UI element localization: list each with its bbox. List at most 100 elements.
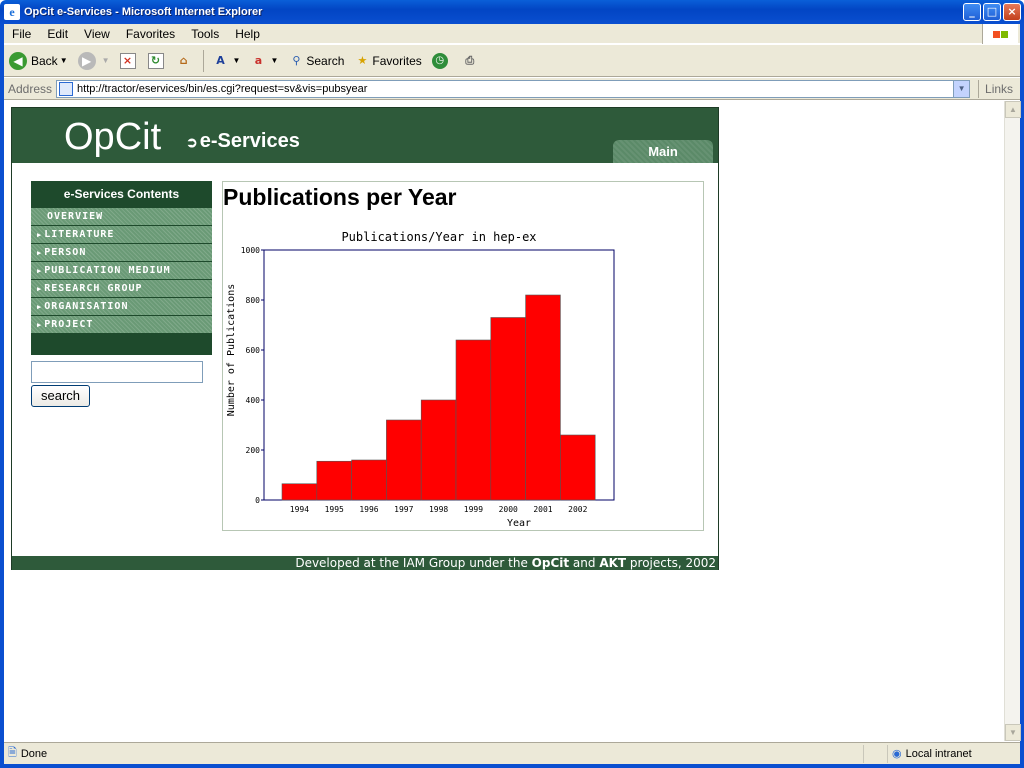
nav-research-group[interactable]: ▶ Research Group (31, 280, 212, 298)
stop-icon: × (119, 52, 136, 69)
browser-viewport: OpCit ➲ e-Services Main e-Services Conten… (4, 101, 1004, 741)
x-axis-label: Year (507, 518, 531, 529)
status-empty-cell (864, 744, 888, 763)
search-input[interactable] (31, 361, 203, 383)
status-text: Done (20, 747, 48, 760)
menu-edit[interactable]: Edit (39, 27, 76, 41)
x-tick-label: 1994 (290, 505, 309, 514)
font-size-icon: A (216, 54, 225, 67)
y-axis-label: Number of Publications (226, 284, 237, 416)
chart-title: Publications/Year in hep-ex (341, 230, 536, 244)
footer-mid: and (569, 556, 600, 570)
x-tick-label: 1998 (429, 505, 448, 514)
encoding-dropdown-icon: ▼ (270, 56, 279, 65)
encoding-button[interactable]: a ▼ (245, 48, 283, 74)
page-icon (59, 81, 74, 96)
nav-project[interactable]: ▶ Project (31, 316, 212, 334)
x-tick-label: 2001 (533, 505, 552, 514)
search-button[interactable]: search (31, 385, 90, 407)
address-bar: Address http://tractor/eservices/bin/es.… (4, 78, 1020, 100)
triangle-icon: ▶ (37, 321, 43, 329)
minimize-button[interactable]: _ (963, 3, 981, 21)
scroll-down-icon[interactable]: ▼ (1005, 724, 1021, 741)
intranet-globe-icon: ◉ (892, 748, 902, 760)
history-button[interactable]: ◷ (427, 48, 457, 74)
site-logo[interactable]: OpCit (64, 116, 161, 159)
menu-bar: File Edit View Favorites Tools Help (4, 24, 1020, 44)
forward-arrow-icon: ▶ (77, 51, 96, 70)
home-button[interactable]: ⌂ (171, 48, 199, 74)
nav-publication-medium-label: Publication Medium (44, 265, 171, 276)
nav-overview[interactable]: Overview (31, 208, 212, 226)
nav-overview-label: Overview (47, 211, 104, 222)
font-size-button[interactable]: A ▼ (208, 48, 246, 74)
bar-2001 (525, 294, 561, 501)
back-button[interactable]: ◀ Back ▼ (4, 48, 73, 74)
window-title-bar[interactable]: e OpCit e-Services - Microsoft Internet … (0, 0, 1024, 24)
zone-cell: ◉ Local intranet (888, 745, 1020, 763)
triangle-icon: ▶ (37, 267, 43, 275)
nav-literature-label: Literature (44, 229, 115, 240)
back-dropdown-icon[interactable]: ▼ (60, 56, 68, 65)
footer-akt-link[interactable]: AKT (599, 556, 626, 570)
address-input[interactable]: http://tractor/eservices/bin/es.cgi?requ… (56, 79, 971, 98)
footer-prefix: Developed at the IAM Group under the (295, 556, 532, 570)
refresh-button[interactable]: ↻ (143, 48, 171, 74)
back-label: Back (31, 53, 58, 68)
vertical-scrollbar[interactable]: ▲ ▼ (1004, 101, 1021, 741)
address-label: Address (8, 81, 53, 96)
close-button[interactable]: × (1003, 3, 1021, 21)
site-header: OpCit ➲ e-Services Main (12, 108, 718, 163)
favorites-toolbar-button[interactable]: ★ Favorites (349, 48, 426, 74)
site-subtitle-text: e-Services (199, 130, 300, 152)
search-toolbar-button[interactable]: ⚲ Search (283, 48, 349, 74)
bar-1997 (386, 419, 422, 501)
site-subtitle: ➲ e-Services (186, 130, 300, 153)
bar-2002 (560, 434, 596, 501)
y-tick-label: 0 (255, 496, 260, 505)
print-button[interactable]: ⎙ (457, 48, 485, 74)
triangle-icon: ▶ (37, 249, 43, 257)
bar-1999 (455, 339, 492, 501)
links-button[interactable]: Links (978, 79, 1013, 98)
menu-favorites[interactable]: Favorites (118, 27, 183, 41)
tab-main[interactable]: Main (613, 140, 713, 163)
forward-dropdown-icon[interactable]: ▼ (102, 56, 110, 65)
font-size-dropdown-icon: ▼ (232, 56, 241, 65)
bar-1996 (351, 459, 387, 501)
window-frame-bottom (0, 764, 1024, 768)
arrow-icon: ➲ (186, 134, 198, 150)
y-tick-label: 600 (246, 346, 261, 355)
page-title: Publications per Year (223, 184, 457, 210)
x-tick-label: 1996 (359, 505, 378, 514)
stop-button[interactable]: × (115, 48, 143, 74)
menu-view[interactable]: View (76, 27, 118, 41)
forward-button[interactable]: ▶ ▼ (73, 48, 115, 74)
status-bar: 🗎 Done ◉ Local intranet (4, 742, 1020, 764)
bar-2000 (490, 317, 526, 501)
search-toolbar-label: Search (306, 53, 345, 68)
refresh-icon: ↻ (147, 52, 164, 69)
maximize-button[interactable]: □ (983, 3, 1001, 21)
history-icon: ◷ (431, 52, 448, 69)
footer-opcit-link[interactable]: OpCit (532, 556, 569, 570)
encoding-icon: a (254, 54, 263, 67)
nav-organisation[interactable]: ▶ Organisation (31, 298, 212, 316)
scroll-up-icon[interactable]: ▲ (1005, 101, 1021, 118)
y-tick-label: 1000 (241, 246, 260, 255)
menu-tools[interactable]: Tools (183, 27, 227, 41)
nav-literature[interactable]: ▶ Literature (31, 226, 212, 244)
content-panel: Publications per Year Publications/Year … (222, 181, 704, 531)
nav-organisation-label: Organisation (44, 301, 129, 312)
window-title: OpCit e-Services - Microsoft Internet Ex… (24, 6, 263, 18)
magnifier-icon: ⚲ (292, 54, 301, 67)
nav-publication-medium[interactable]: ▶ Publication Medium (31, 262, 212, 280)
bar-1998 (420, 399, 457, 501)
menu-help[interactable]: Help (227, 27, 268, 41)
menu-file[interactable]: File (4, 27, 39, 41)
nav-person[interactable]: ▶ Person (31, 244, 212, 262)
x-tick-label: 2002 (568, 505, 587, 514)
page-done-icon: 🗎 (8, 747, 17, 759)
address-dropdown-icon[interactable]: ▼ (953, 80, 970, 97)
window-frame-right (1020, 24, 1024, 768)
